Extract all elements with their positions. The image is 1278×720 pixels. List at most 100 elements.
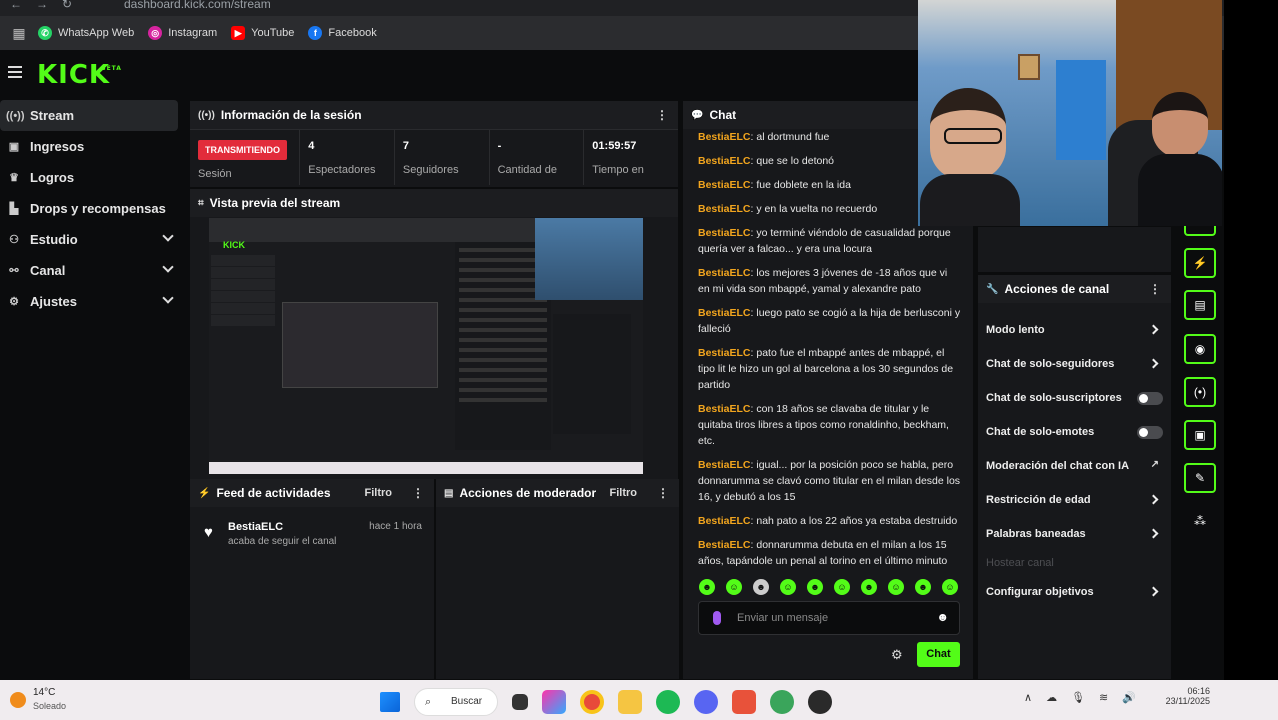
sidebar-item-ajustes[interactable]: ⚙ Ajustes [0,286,186,317]
task-view-icon[interactable] [512,694,528,710]
bookmark-whatsapp[interactable]: ✆ WhatsApp Web [38,26,134,40]
sun-icon[interactable] [10,692,26,708]
wifi-icon[interactable]: ≋ [1099,691,1108,704]
sidebar-item-stream[interactable]: ((•)) Stream [0,100,178,131]
more-options-icon[interactable]: ⋮ [656,108,668,122]
emotes-only-toggle[interactable] [1137,426,1163,439]
right-toolbar: ⚡ ▤ ◉ (•) ▣ ✎ ⁂ [1176,220,1224,678]
chat-bubble-icon[interactable]: ◉ [1184,334,1216,364]
discord-icon[interactable] [694,690,718,714]
stat-live-time: 01:59:57 Tiempo en [592,140,644,176]
preview-header: ⌗ Vista previa del stream [190,189,678,217]
volume-icon[interactable]: 🔊 [1122,691,1136,704]
bookmark-instagram[interactable]: ◎ Instagram [148,26,217,40]
kick-logo[interactable]: KICK BETA [37,60,121,90]
obs-icon[interactable] [808,690,832,714]
whatsapp-icon: ✆ [38,26,52,40]
microphone-icon[interactable]: 🎙 [1071,691,1085,704]
stream-video[interactable]: KICK [209,218,643,474]
system-tray: ∧ ☁ 🎙 ≋ 🔊 [1024,691,1136,704]
windows-start-icon[interactable] [380,692,400,712]
emote-icon[interactable]: ☺ [834,579,850,595]
windows-taskbar: 14°C Soleado ⌕ Buscar ∧ ☁ 🎙 ≋ 🔊 06:16 23/… [0,680,1278,720]
emote-icon[interactable]: ☻ [861,579,877,595]
live-badge: TRANSMITIENDO [198,140,287,160]
stream-preview-panel: ⌗ Vista previa del stream KICK [190,189,678,479]
emote-icon[interactable]: ☻ [915,579,931,595]
action-slow-mode[interactable]: Modo lento [978,313,1171,347]
action-banned-words[interactable]: Palabras baneadas [978,517,1171,551]
subscribers-only-toggle[interactable] [1137,392,1163,405]
emote-icon[interactable]: ☻ [753,579,769,595]
lightning-icon[interactable]: ⚡ [1184,248,1216,278]
chrome-icon[interactable] [580,690,604,714]
wrench-icon[interactable]: ✎ [1184,463,1216,493]
sidebar-item-ingresos[interactable]: ▣ Ingresos [0,131,186,162]
action-set-goals[interactable]: Configurar objetivos [978,575,1171,609]
emote-icon[interactable]: ☺ [888,579,904,595]
stat-followers: 7 Seguidores [395,130,490,185]
action-emotes-only: Chat de solo-emotes [978,415,1171,449]
chat-message-input[interactable]: Enviar un mensaje ☻ [698,601,960,635]
emoji-picker-icon[interactable]: ☻ [936,610,949,624]
moderator-filter-button[interactable]: Filtro [610,487,638,499]
chevron-down-icon [162,292,174,304]
heart-icon: ♥ [204,524,213,541]
taskbar-search[interactable]: ⌕ Buscar [414,688,498,716]
settings-icon: ⚙ [9,296,19,308]
hamburger-menu-icon[interactable] [8,66,22,81]
emote-bar: ☻ ☺ ☻ ☺ ☻ ☺ ☻ ☺ ☻ ☺ [699,579,958,595]
microphone-icon[interactable] [713,611,721,625]
taskbar-clock[interactable]: 06:16 23/11/2025 [1150,686,1210,706]
chevron-right-icon [1148,528,1159,539]
emote-icon[interactable]: ☺ [942,579,958,595]
chat-bubble-icon: 💬 [691,109,704,121]
moderator-header: ▤ Acciones de moderador Filtro ⋮ [436,479,679,507]
copilot-icon[interactable] [542,690,566,714]
broadcast-icon[interactable]: (•) [1184,377,1216,407]
chat-message: BestiaELC: donnarumma debuta en el milan… [698,539,948,567]
deezer-icon[interactable] [732,690,756,714]
action-followers-only[interactable]: Chat de solo-seguidores [978,347,1171,381]
sidebar-item-drops[interactable]: ▙ Drops y recompensas [0,193,186,224]
chat-settings-gear-icon[interactable]: ⚙ [891,647,903,663]
emote-icon[interactable]: ☺ [780,579,796,595]
more-options-icon[interactable]: ⋮ [1149,282,1161,296]
channel-actions-panel: 🔧 Acciones de canal ⋮ Modo lento Chat de… [978,275,1171,679]
chrome-profile-icon[interactable] [770,690,794,714]
facebook-icon: f [308,26,323,40]
stream-icon: ((•)) [6,109,25,122]
spotify-icon[interactable] [656,690,680,714]
cloud-icon[interactable]: ☁ [1046,691,1057,704]
emote-icon[interactable]: ☺ [726,579,742,595]
sidebar-item-canal[interactable]: ⚯ Canal [0,255,186,286]
apps-grid-icon[interactable]: ▦ [0,25,38,42]
more-options-icon[interactable]: ⋮ [657,486,669,500]
chevron-up-icon[interactable]: ∧ [1024,691,1032,704]
bookmark-youtube[interactable]: ▶ YouTube [231,26,294,40]
emote-icon[interactable]: ☻ [699,579,715,595]
emote-icon[interactable]: ☻ [807,579,823,595]
more-options-icon[interactable]: ⋮ [412,486,424,500]
stat-count: - Cantidad de [490,130,585,185]
sidebar-item-logros[interactable]: ♛ Logros [0,162,186,193]
url-text[interactable]: dashboard.kick.com/stream [124,0,271,11]
bookmark-facebook[interactable]: f Facebook [308,26,377,40]
action-ai-moderation[interactable]: Moderación del chat con IA ↗ [978,449,1171,483]
activity-filter-button[interactable]: Filtro [365,487,393,499]
income-icon: ▣ [8,141,20,153]
chat-send-button[interactable]: Chat [917,642,960,667]
widgets-icon[interactable]: ⁂ [1184,506,1216,536]
lightning-icon: ⚡ [198,487,211,499]
moderator-icon[interactable]: ▣ [1184,420,1216,450]
action-age-restriction[interactable]: Restricción de edad [978,483,1171,517]
file-explorer-icon[interactable] [618,690,642,714]
external-link-icon: ↗ [1150,459,1159,470]
sidebar-item-estudio[interactable]: ⚇ Estudio [0,224,186,255]
drops-icon: ▙ [9,203,19,215]
notes-icon[interactable]: ▤ [1184,290,1216,320]
action-subscribers-only: Chat de solo-suscriptores [978,381,1171,415]
browser-nav-buttons[interactable]: ←→↻ [10,0,86,11]
right-black-edge [1224,0,1278,680]
webcam-overlay [918,0,1222,226]
